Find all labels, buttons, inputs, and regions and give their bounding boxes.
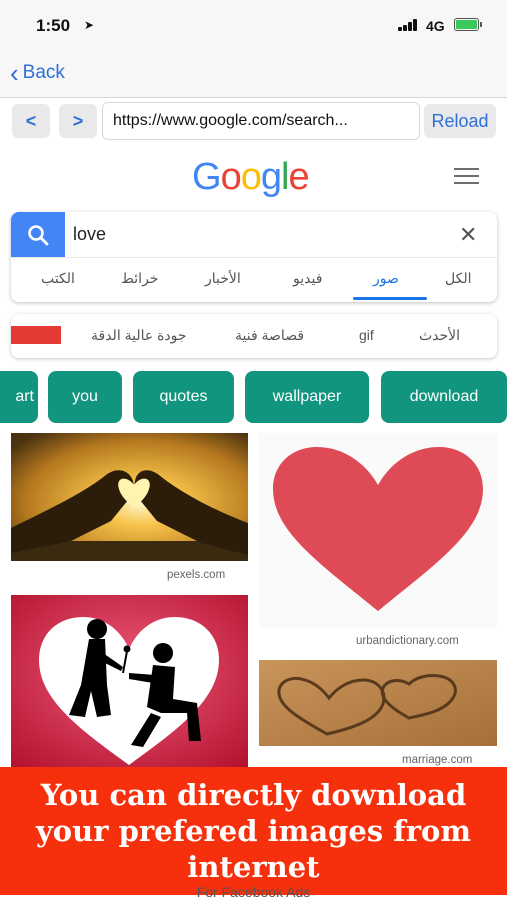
chip-you[interactable]: you xyxy=(48,371,122,423)
filter-recent[interactable]: الأحدث xyxy=(419,327,460,344)
logo-letter: G xyxy=(192,156,222,198)
chevron-left-icon: ‹ xyxy=(10,58,19,88)
url-field[interactable]: https://www.google.com/search... xyxy=(102,102,420,140)
result-image-sand-hearts[interactable] xyxy=(259,660,497,746)
chip-download[interactable]: download xyxy=(381,371,507,423)
clear-search-icon[interactable]: ✕ xyxy=(459,222,477,248)
filter-clipart[interactable]: قصاصة فنية xyxy=(235,327,304,344)
google-logo[interactable]: Google xyxy=(192,156,310,199)
logo-letter: o xyxy=(220,156,242,198)
browser-toolbar: < > https://www.google.com/search... Rel… xyxy=(0,98,507,144)
battery-icon xyxy=(454,18,482,31)
color-filter-swatch[interactable] xyxy=(11,326,61,344)
result-image-couple[interactable] xyxy=(11,595,248,767)
reload-button[interactable]: Reload xyxy=(424,104,496,138)
back-label: Back xyxy=(22,62,65,83)
back-button[interactable]: ‹ Back xyxy=(10,58,65,88)
tab-all[interactable]: الكل xyxy=(445,270,472,287)
tab-maps[interactable]: خرائط xyxy=(121,270,158,287)
hands-heart-sunset-image xyxy=(11,433,248,561)
banner-line: You can directly download xyxy=(40,778,467,812)
result-source[interactable]: urbandictionary.com xyxy=(356,635,459,647)
banner-line: internet xyxy=(187,850,320,884)
divider xyxy=(11,257,497,258)
search-button[interactable] xyxy=(11,212,65,257)
status-time: 1:50 xyxy=(36,16,71,35)
chip-wallpaper[interactable]: wallpaper xyxy=(245,371,369,423)
search-icon xyxy=(28,224,49,245)
status-bar: 1:50 ➤ 4G xyxy=(0,0,507,50)
footer-caption: For Facebook Ads xyxy=(196,884,311,900)
promo-banner: You can directly download your prefered … xyxy=(0,767,507,895)
search-input[interactable]: love xyxy=(73,224,106,245)
location-arrow-icon: ➤ xyxy=(84,18,95,32)
signal-strength-icon xyxy=(398,19,420,31)
tab-videos[interactable]: فيديو xyxy=(293,270,322,287)
tab-images[interactable]: صور xyxy=(373,270,399,287)
result-image-red-heart[interactable] xyxy=(259,433,497,628)
filter-hd[interactable]: جودة عالية الدقة xyxy=(91,327,187,344)
sand-hearts-image xyxy=(259,660,497,746)
logo-letter: g xyxy=(260,156,282,198)
browser-forward-button[interactable]: > xyxy=(59,104,97,138)
active-tab-indicator xyxy=(353,297,427,300)
result-image-hands-heart[interactable] xyxy=(11,433,248,561)
logo-letter: o xyxy=(240,156,262,198)
network-type: 4G xyxy=(426,18,445,34)
browser-back-button[interactable]: < xyxy=(12,104,50,138)
couple-silhouette-image xyxy=(11,595,248,767)
filter-gif[interactable]: gif xyxy=(359,327,374,343)
filter-bar: الأحدث gif قصاصة فنية جودة عالية الدقة xyxy=(11,314,497,358)
result-source[interactable]: pexels.com xyxy=(167,569,225,581)
chip-quotes[interactable]: quotes xyxy=(133,371,234,423)
chip-art[interactable]: art xyxy=(0,371,38,423)
navigation-bar: ‹ Back xyxy=(0,50,507,98)
red-heart-image xyxy=(273,447,483,611)
logo-letter: e xyxy=(288,156,309,198)
result-source[interactable]: marriage.com xyxy=(402,754,472,766)
tab-news[interactable]: الأخبار xyxy=(205,270,241,287)
menu-icon[interactable] xyxy=(454,168,479,185)
search-card: love ✕ الكل صور فيديو الأخبار خرائط الكت… xyxy=(11,212,497,302)
tab-books[interactable]: الكتب xyxy=(41,270,75,287)
banner-line: your prefered images from xyxy=(35,814,472,848)
